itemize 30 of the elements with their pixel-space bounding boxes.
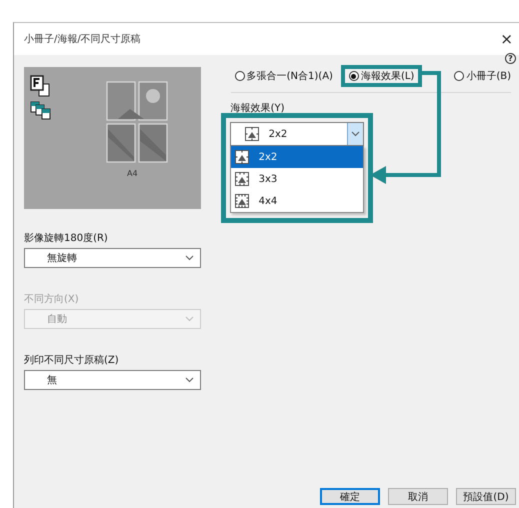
- dropdown-option[interactable]: 2x2: [230, 146, 363, 168]
- dialog-button[interactable]: 確定: [320, 488, 380, 505]
- radio-button[interactable]: 海報效果(L): [348, 69, 414, 83]
- field-label: 列印不同尺寸原稿(Z): [24, 354, 120, 367]
- radio-button[interactable]: 小冊子(B): [454, 69, 511, 83]
- dialog-button[interactable]: 預設值(D): [456, 488, 516, 505]
- dropdown[interactable]: 無旋轉: [24, 248, 201, 268]
- paper-size-label: A4: [127, 169, 138, 178]
- field-label: 影像旋轉180度(R): [24, 232, 109, 245]
- poster-icon: [234, 194, 249, 208]
- dropdown[interactable]: 無: [24, 370, 201, 390]
- dialog-button[interactable]: 取消: [388, 488, 448, 505]
- window-title: 小冊子/海報/不同尺寸原稿: [24, 32, 141, 46]
- chevron-down-icon: [184, 255, 194, 261]
- field-label: 不同方向(X): [24, 292, 80, 306]
- field-label: 海報效果(Y): [230, 102, 286, 115]
- collate-icon: [30, 101, 52, 121]
- close-button[interactable]: ×: [500, 30, 513, 48]
- dropdown-option[interactable]: 3x3: [230, 168, 363, 190]
- poster-dropdown[interactable]: 2x2: [230, 122, 364, 146]
- chevron-down-icon: [350, 131, 360, 137]
- poster-icon: [234, 150, 249, 164]
- poster-icon: [244, 127, 259, 141]
- radio-button[interactable]: 多張合一(N合1)(A): [234, 69, 333, 83]
- chevron-down-icon: [184, 377, 194, 383]
- poster-icon: [234, 172, 249, 186]
- chevron-down-icon: [184, 316, 194, 322]
- document-icon: [30, 75, 50, 97]
- help-button[interactable]: ?: [505, 53, 516, 64]
- dropdown-option[interactable]: 4x4: [230, 190, 363, 212]
